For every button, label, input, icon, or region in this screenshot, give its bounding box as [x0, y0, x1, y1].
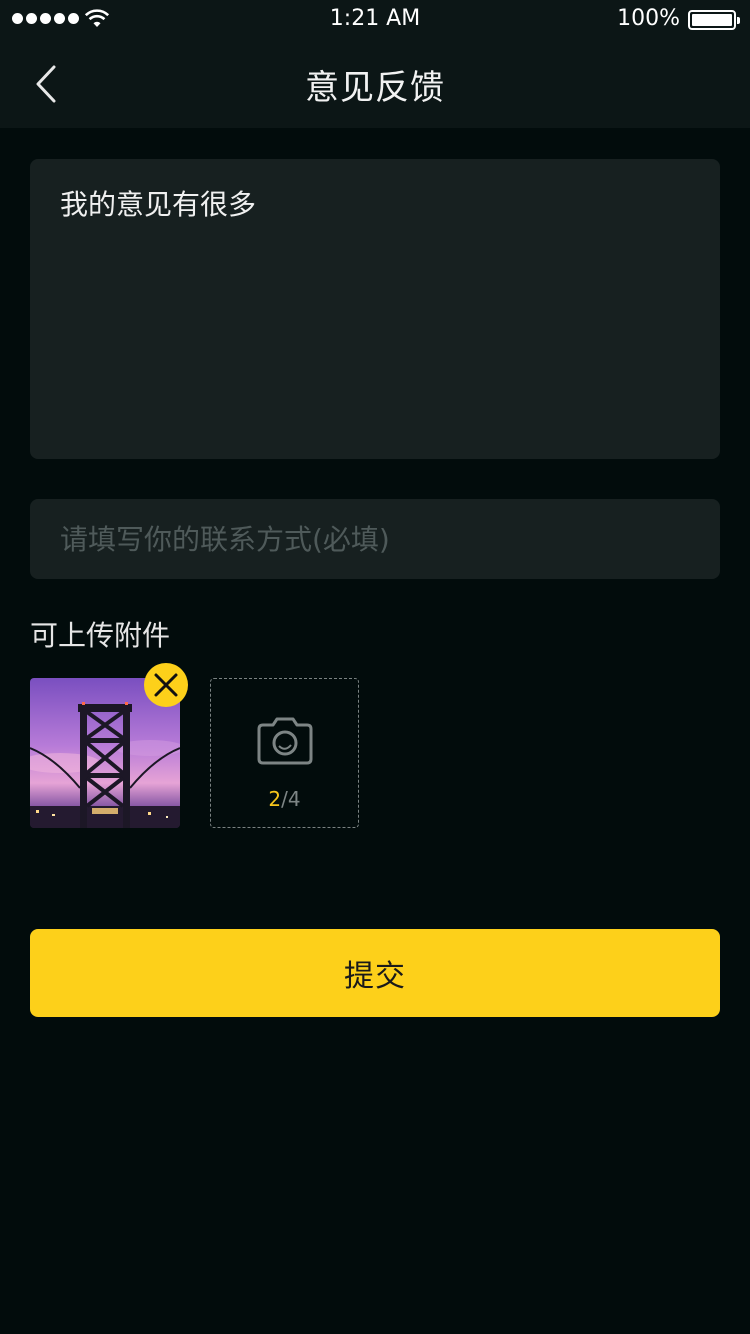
submit-label: 提交 [344, 959, 406, 994]
add-photo-button[interactable]: 2/4 [210, 678, 359, 828]
attachments-label: 可上传附件 [30, 619, 171, 652]
contact-input[interactable] [30, 499, 720, 579]
photo-count-max: 4 [287, 787, 301, 811]
status-bar: 1:21 AM 100% [0, 0, 750, 40]
remove-attachment-button[interactable] [144, 663, 188, 707]
nav-bar: 意见反馈 [0, 40, 750, 128]
close-icon [154, 673, 178, 697]
submit-button[interactable]: 提交 [30, 929, 720, 1017]
photo-count-current: 2 [268, 787, 282, 811]
camera-icon [257, 717, 313, 765]
feedback-screen: 1:21 AM 100% 意见反馈 我的意见有很多 可上传附件 [0, 0, 750, 1334]
page-title: 意见反馈 [305, 68, 445, 108]
photo-counter: 2/4 [211, 787, 358, 811]
battery-icon [688, 10, 740, 30]
battery-percent: 100% [617, 6, 680, 31]
feedback-textarea[interactable]: 我的意见有很多 [30, 159, 720, 459]
photo-count-separator: / [281, 787, 288, 811]
